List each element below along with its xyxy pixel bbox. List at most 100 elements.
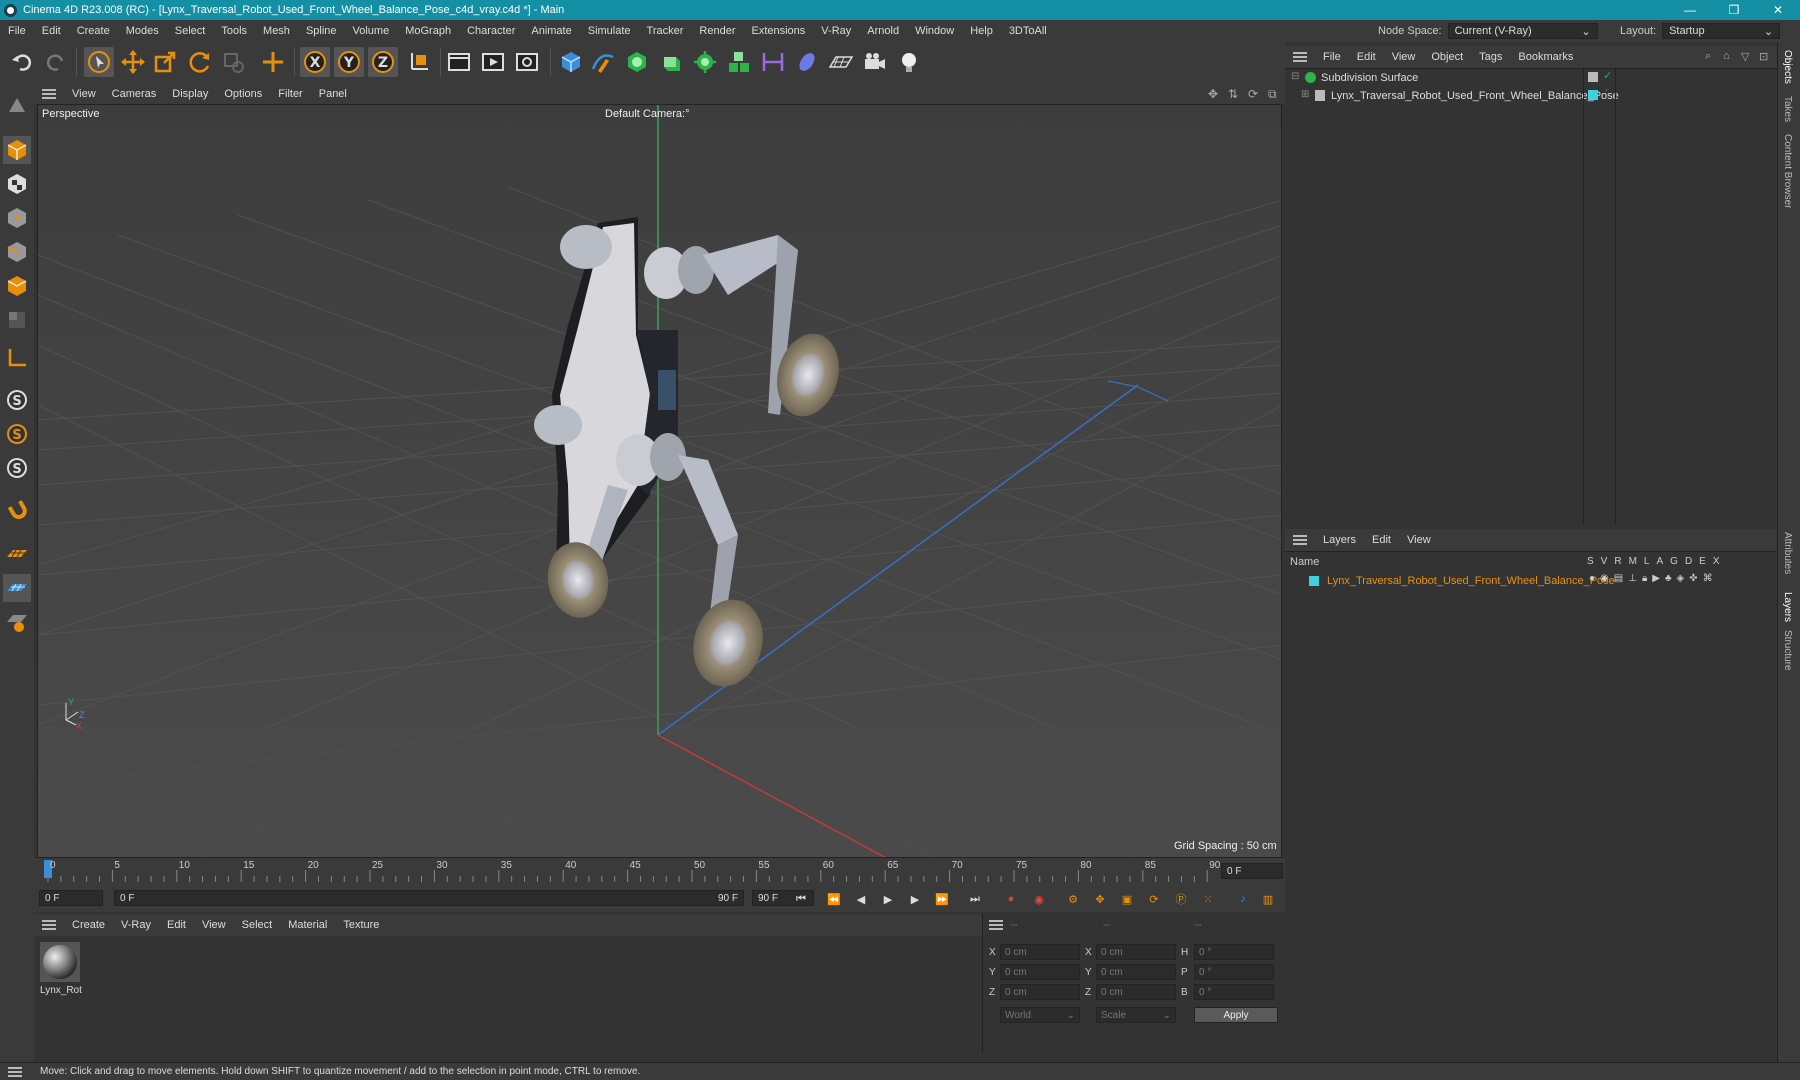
menu-3dtoall[interactable]: 3DToAll xyxy=(1001,25,1055,37)
texture-mode-icon[interactable] xyxy=(3,170,31,198)
workplane-icon[interactable] xyxy=(3,540,31,568)
viewport-menu-panel[interactable]: Panel xyxy=(311,88,355,100)
tab-layers[interactable]: Layers xyxy=(1782,592,1793,622)
material-menu-texture[interactable]: Texture xyxy=(335,919,387,931)
redo-icon[interactable] xyxy=(40,47,70,77)
material-menu-material[interactable]: Material xyxy=(280,919,335,931)
keyframe-selection-icon[interactable]: ⚙ xyxy=(1062,888,1084,910)
hamburger-menu-icon[interactable] xyxy=(1293,52,1307,62)
render-toggle-icon[interactable]: ▤ xyxy=(1614,573,1623,584)
subdivision-icon[interactable] xyxy=(622,47,652,77)
key-position-icon[interactable]: ✥ xyxy=(1089,888,1111,910)
current-frame-field[interactable]: 0 F xyxy=(1221,863,1283,879)
layer-menu-view[interactable]: View xyxy=(1399,534,1439,546)
layer-menu-layers[interactable]: Layers xyxy=(1315,534,1364,546)
workplane-snap-icon[interactable]: S xyxy=(3,454,31,482)
layer-swatch-icon[interactable] xyxy=(1588,72,1598,82)
record-icon[interactable]: ● xyxy=(1000,888,1022,910)
menu-tracker[interactable]: Tracker xyxy=(639,25,692,37)
lock-x-icon[interactable]: X xyxy=(300,47,330,77)
close-button[interactable]: ✕ xyxy=(1756,0,1800,20)
maximize-view-icon[interactable]: ⧉ xyxy=(1268,87,1277,102)
next-frame-icon[interactable]: ▶ xyxy=(904,888,926,910)
viewport-menu-view[interactable]: View xyxy=(64,88,104,100)
material-menu-edit[interactable]: Edit xyxy=(159,919,194,931)
menu-edit[interactable]: Edit xyxy=(34,25,69,37)
expand-icon[interactable]: ⊞ xyxy=(1301,89,1309,100)
snap-settings-icon[interactable]: S xyxy=(3,420,31,448)
material-menu-create[interactable]: Create xyxy=(64,919,113,931)
menu-modes[interactable]: Modes xyxy=(118,25,167,37)
cloner-icon[interactable] xyxy=(690,47,720,77)
deformer-toggle-icon[interactable]: ◈ xyxy=(1677,573,1685,584)
coord-mode-dropdown[interactable]: World ⌄ xyxy=(1000,1007,1080,1023)
workplane-grid-icon[interactable] xyxy=(3,574,31,602)
locked-workplane-icon[interactable] xyxy=(3,608,31,636)
lock-icon[interactable]: 🔒︎ xyxy=(1642,573,1647,584)
camera-icon[interactable] xyxy=(860,47,890,77)
object-menu-object[interactable]: Object xyxy=(1423,51,1471,63)
tweak-mode-icon[interactable] xyxy=(3,498,31,526)
material-menu-select[interactable]: Select xyxy=(234,919,281,931)
object-menu-tags[interactable]: Tags xyxy=(1471,51,1510,63)
model-mode-icon[interactable] xyxy=(3,136,31,164)
recent-tool-icon[interactable] xyxy=(218,47,248,77)
object-row[interactable]: ⊞ Lynx_Traversal_Robot_Used_Front_Wheel_… xyxy=(1285,87,1777,105)
menu-tools[interactable]: Tools xyxy=(213,25,255,37)
field-icon[interactable] xyxy=(792,47,822,77)
menu-extensions[interactable]: Extensions xyxy=(743,25,813,37)
play-icon[interactable]: ▶ xyxy=(877,888,899,910)
tab-structure[interactable]: Structure xyxy=(1782,630,1793,671)
hamburger-menu-icon[interactable] xyxy=(989,920,1003,930)
hamburger-menu-icon[interactable] xyxy=(8,1066,22,1077)
material-menu-vray[interactable]: V-Ray xyxy=(113,919,159,931)
apply-button[interactable]: Apply xyxy=(1194,1007,1278,1023)
enabled-check-icon[interactable]: ✓ xyxy=(1603,69,1612,82)
coord-rot-h-field[interactable]: 0 ° xyxy=(1194,944,1274,960)
animation-icon[interactable]: ▶ xyxy=(1652,573,1660,584)
motion-system-icon[interactable]: ♪ xyxy=(1232,888,1254,910)
xref-icon[interactable]: ⌘ xyxy=(1703,573,1713,584)
new-window-icon[interactable]: ⊡ xyxy=(1759,50,1768,63)
viewport-menu-options[interactable]: Options xyxy=(216,88,270,100)
autokey-icon[interactable]: ◉ xyxy=(1028,888,1050,910)
axis-mode-icon[interactable] xyxy=(3,344,31,372)
hamburger-menu-icon[interactable] xyxy=(42,89,56,99)
material-menu-view[interactable]: View xyxy=(194,919,234,931)
maximize-button[interactable]: ❐ xyxy=(1712,0,1756,20)
key-param-icon[interactable]: Ⓟ xyxy=(1170,888,1192,910)
coord-rot-b-field[interactable]: 0 ° xyxy=(1194,984,1274,1000)
3d-viewport[interactable]: Perspective Default Camera:° Y Z X Grid … xyxy=(37,104,1282,858)
undo-icon[interactable] xyxy=(8,47,38,77)
key-pla-icon[interactable]: ⁙ xyxy=(1197,888,1219,910)
layer-row[interactable]: Lynx_Traversal_Robot_Used_Front_Wheel_Ba… xyxy=(1285,572,1777,590)
timeline[interactable]: 0 5 10 15 20 25 30 35 40 45 50 55 60 65 70 75 80 85 90 0 F xyxy=(34,858,1285,884)
polygon-mode-icon[interactable] xyxy=(3,272,31,300)
hamburger-menu-icon[interactable] xyxy=(1293,535,1307,545)
floor-icon[interactable] xyxy=(826,47,856,77)
render-settings-icon[interactable] xyxy=(512,47,542,77)
render-region-icon[interactable] xyxy=(444,47,474,77)
uv-mode-icon[interactable] xyxy=(3,306,31,334)
key-rotation-icon[interactable]: ⟳ xyxy=(1143,888,1165,910)
frame-range-slider[interactable]: 0 F 90 F xyxy=(114,890,744,906)
generator-icon[interactable]: ♣ xyxy=(1665,573,1672,584)
solo-toggle-icon[interactable]: ● xyxy=(1589,573,1595,584)
coord-size-mode-dropdown[interactable]: Scale ⌄ xyxy=(1096,1007,1176,1023)
tab-takes[interactable]: Takes xyxy=(1782,96,1793,122)
key-scale-icon[interactable]: ▣ xyxy=(1116,888,1138,910)
next-key-icon[interactable]: ⏩ xyxy=(931,888,953,910)
cube-icon[interactable] xyxy=(556,47,586,77)
object-menu-bookmarks[interactable]: Bookmarks xyxy=(1510,51,1581,63)
make-editable-icon[interactable] xyxy=(3,92,31,120)
object-row[interactable]: ⊟ Subdivision Surface ✓ xyxy=(1285,69,1777,87)
array-icon[interactable] xyxy=(724,47,754,77)
menu-animate[interactable]: Animate xyxy=(523,25,579,37)
hamburger-menu-icon[interactable] xyxy=(42,920,56,930)
menu-file[interactable]: File xyxy=(0,25,34,37)
prev-key-icon[interactable]: ⏪ xyxy=(823,888,845,910)
add-tool-icon[interactable] xyxy=(258,47,288,77)
move-icon[interactable] xyxy=(118,47,148,77)
rotate-icon[interactable] xyxy=(185,47,215,77)
menu-simulate[interactable]: Simulate xyxy=(580,25,639,37)
